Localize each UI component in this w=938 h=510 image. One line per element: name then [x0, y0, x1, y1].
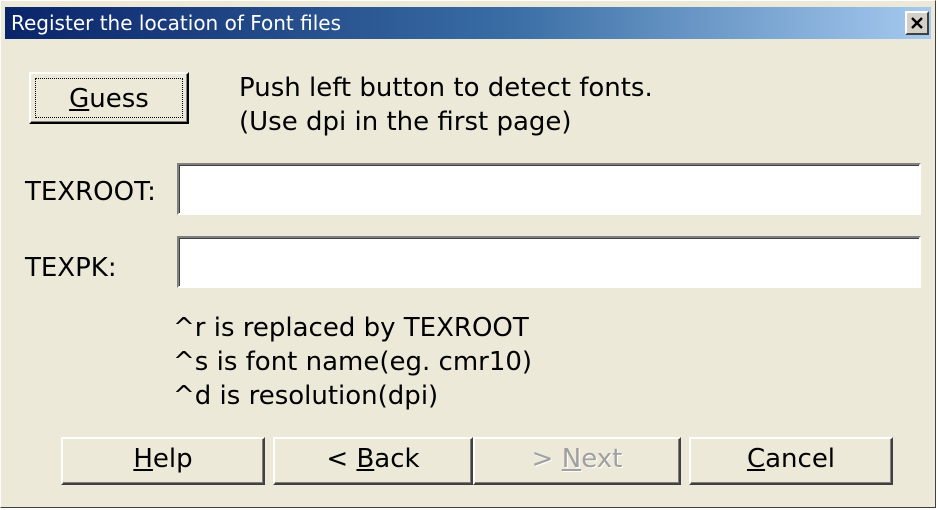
help-mnemonic: H [133, 444, 153, 474]
texroot-label: TEXROOT: [25, 177, 156, 207]
back-mnemonic: B [356, 444, 375, 474]
guess-button[interactable]: Guess [29, 72, 189, 124]
guess-hint-line1: Push left button to detect fonts. [239, 73, 653, 103]
back-arrow: < [326, 444, 357, 474]
help-label: elp [152, 444, 193, 474]
cancel-mnemonic: C [746, 444, 766, 474]
texpk-input[interactable] [177, 236, 921, 288]
next-mnemonic: N [561, 444, 582, 474]
next-label: ext [581, 444, 623, 474]
texpk-label: TEXPK: [25, 253, 117, 283]
title-bar[interactable]: Register the location of Font files [5, 7, 931, 39]
guess-label-mnemonic: G [69, 84, 90, 114]
next-button[interactable]: > Next [473, 437, 681, 485]
cancel-button[interactable]: Cancel [689, 437, 893, 485]
window-title: Register the location of Font files [11, 11, 342, 35]
font-files-dialog: Register the location of Font files Gues… [0, 0, 936, 508]
note-resolution: ^d is resolution(dpi) [173, 381, 439, 411]
texroot-input[interactable] [177, 163, 921, 215]
next-arrow: > [531, 444, 562, 474]
back-label: ack [374, 444, 420, 474]
focus-rectangle: Guess [35, 78, 183, 118]
close-icon [911, 17, 923, 29]
help-button[interactable]: Help [61, 437, 265, 485]
guess-hint-line2: (Use dpi in the first page) [239, 107, 572, 137]
close-button[interactable] [905, 11, 929, 35]
guess-label: uess [89, 84, 149, 114]
cancel-label: ancel [765, 444, 836, 474]
note-font-name: ^s is font name(eg. cmr10) [173, 347, 533, 377]
back-button[interactable]: < Back [273, 437, 473, 485]
note-texroot: ^r is replaced by TEXROOT [173, 313, 529, 343]
